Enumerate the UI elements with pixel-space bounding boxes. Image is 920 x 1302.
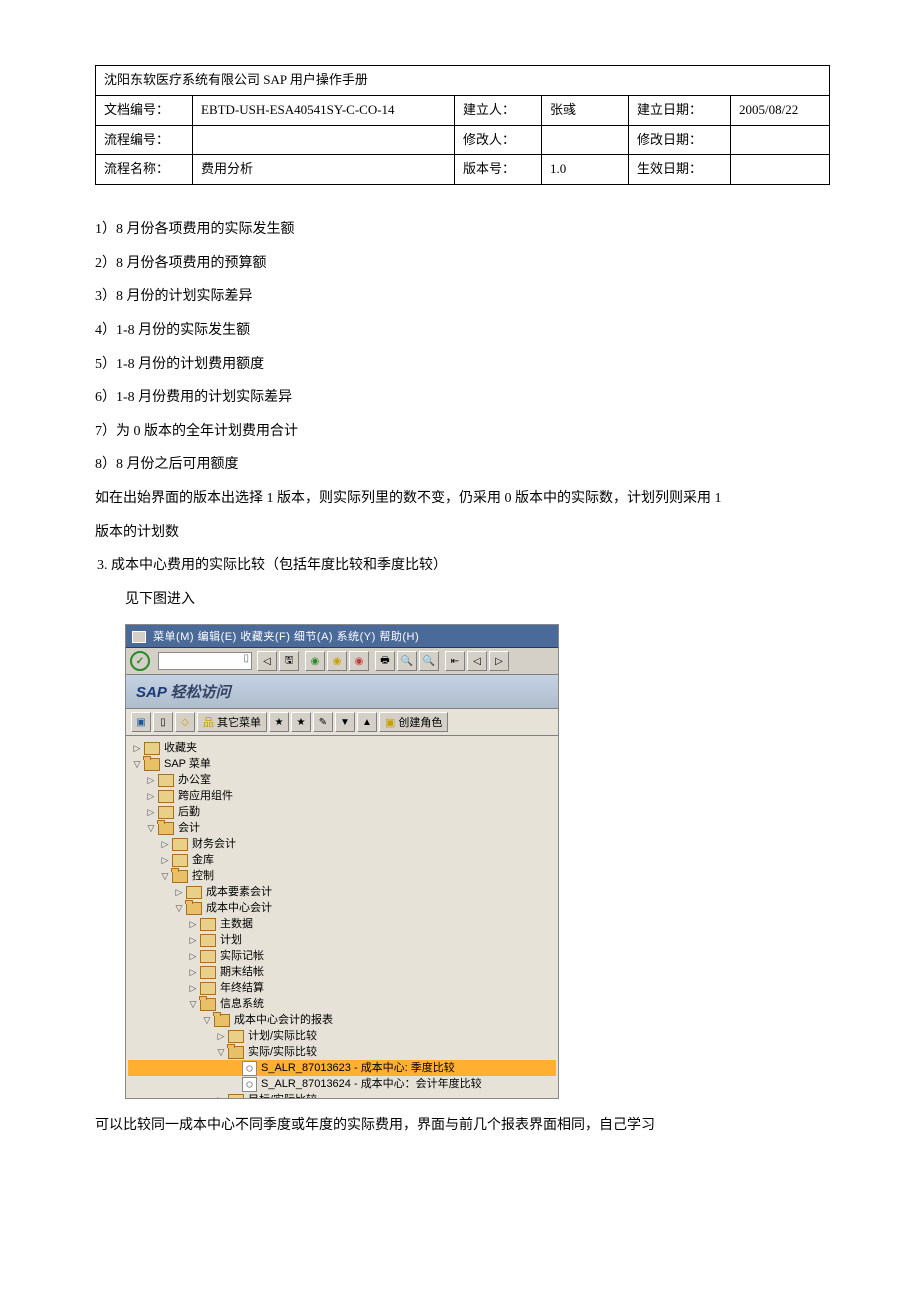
list-item-1: 1）8 月份各项费用的实际发生额 [95, 213, 830, 247]
folder-icon [200, 982, 216, 995]
tree-fi[interactable]: ▷财务会计 [128, 836, 556, 852]
tree-cost-element[interactable]: ▷成本要素会计 [128, 884, 556, 900]
doc-title: 沈阳东软医疗系统有限公司 SAP 用户操作手册 [96, 66, 830, 96]
tree-actual-posting[interactable]: ▷实际记帐 [128, 948, 556, 964]
folder-icon [228, 1094, 244, 1099]
window-icon [132, 631, 146, 643]
folder-icon [158, 806, 174, 819]
tree-sap-menu[interactable]: ▽SAP 菜单 [128, 756, 556, 772]
sap-menubar[interactable]: 菜单(M) 编辑(E) 收藏夹(F) 细节(A) 系统(Y) 帮助(H) [126, 625, 558, 648]
body-text: 1）8 月份各项费用的实际发生额 2）8 月份各项费用的预算额 3）8 月份的计… [95, 213, 830, 616]
note-line-2: 版本的计划数 [95, 516, 830, 550]
tree-treasury[interactable]: ▷金库 [128, 852, 556, 868]
tree-master-data[interactable]: ▷主数据 [128, 916, 556, 932]
other-menu-button[interactable]: 品 其它菜单 [197, 712, 267, 732]
down-icon[interactable]: ▼ [335, 712, 355, 732]
folder-open-icon [158, 822, 174, 835]
see-figure-text: 见下图进入 [95, 583, 830, 617]
doc-icon[interactable]: ▯ [153, 712, 173, 732]
tree-period-end[interactable]: ▷期末结帐 [128, 964, 556, 980]
exit-icon[interactable]: ◉ [327, 651, 347, 671]
cancel-icon[interactable]: ◉ [349, 651, 369, 671]
save-icon[interactable]: ◁ [257, 651, 277, 671]
first-page-icon[interactable]: ⇤ [445, 651, 465, 671]
tree-tx-87013623[interactable]: S_ALR_87013623 - 成本中心: 季度比较 [128, 1060, 556, 1076]
folder-icon [200, 934, 216, 947]
create-role-button[interactable]: ▣ 创建角色 [379, 712, 448, 732]
sap-menu-tree[interactable]: ▷收藏夹 ▽SAP 菜单 ▷办公室 ▷跨应用组件 ▷后勤 ▽会计 ▷财务会计 ▷… [126, 736, 558, 1098]
tree-actual-actual[interactable]: ▽实际/实际比较 [128, 1044, 556, 1060]
find-next-icon[interactable]: 🔍 [419, 651, 439, 671]
section-3-title: 3. 成本中心费用的实际比较（包括年度比较和季度比较） [95, 549, 830, 583]
tree-controlling[interactable]: ▽控制 [128, 868, 556, 884]
find-icon[interactable]: 🔍 [397, 651, 417, 671]
up-icon[interactable]: ▲ [357, 712, 377, 732]
folder-icon [172, 854, 188, 867]
tree-icon: 品 [203, 714, 214, 730]
folder-open-icon [200, 998, 216, 1011]
folder-icon [200, 966, 216, 979]
tree-year-end[interactable]: ▷年终结算 [128, 980, 556, 996]
folder-open-icon [228, 1046, 244, 1059]
save-icon[interactable]: 🖫 [279, 651, 299, 671]
closing-text: 可以比较同一成本中心不同季度或年度的实际费用，界面与前几个报表界面相同，自己学习 [95, 1109, 830, 1143]
star2-icon[interactable]: ★ [291, 712, 311, 732]
favorites-move-icon[interactable]: ◇ [175, 712, 195, 732]
list-item-5: 5）1-8 月份的计划费用额度 [95, 348, 830, 382]
tree-plan[interactable]: ▷计划 [128, 932, 556, 948]
document-info-table: 沈阳东软医疗系统有限公司 SAP 用户操作手册 文档编号： EBTD-USH-E… [95, 65, 830, 185]
sap-window-title: SAP 轻松访问 [126, 675, 558, 709]
tree-office[interactable]: ▷办公室 [128, 772, 556, 788]
enter-icon[interactable]: ✓ [130, 651, 150, 671]
sap-app-toolbar: ▣ ▯ ◇ 品 其它菜单 ★ ★ ✎ ▼ ▲ ▣ 创建角色 [126, 709, 558, 736]
folder-open-icon [144, 758, 160, 771]
back-icon[interactable]: ◉ [305, 651, 325, 671]
tree-tx-87013624[interactable]: S_ALR_87013624 - 成本中心：会计年度比较 [128, 1076, 556, 1092]
next-page-icon[interactable]: ▷ [489, 651, 509, 671]
folder-icon [186, 886, 202, 899]
list-item-2: 2）8 月份各项费用的预算额 [95, 247, 830, 281]
sap-easy-access-window: 菜单(M) 编辑(E) 收藏夹(F) 细节(A) 系统(Y) 帮助(H) ✓ ◁… [125, 624, 559, 1099]
command-field[interactable] [158, 652, 252, 670]
folder-open-icon [214, 1014, 230, 1027]
role-icon: ▣ [385, 716, 395, 729]
tree-cc-reports[interactable]: ▽成本中心会计的报表 [128, 1012, 556, 1028]
prev-page-icon[interactable]: ◁ [467, 651, 487, 671]
menubar-text[interactable]: 菜单(M) 编辑(E) 收藏夹(F) 细节(A) 系统(Y) 帮助(H) [153, 628, 419, 644]
folder-icon [200, 950, 216, 963]
transaction-icon [242, 1077, 257, 1092]
folder-icon [228, 1030, 244, 1043]
folder-icon [200, 918, 216, 931]
list-item-3: 3）8 月份的计划实际差异 [95, 280, 830, 314]
folder-open-icon [186, 902, 202, 915]
edit-icon[interactable]: ✎ [313, 712, 333, 732]
star-icon[interactable]: ★ [269, 712, 289, 732]
list-item-7: 7）为 0 版本的全年计划费用合计 [95, 415, 830, 449]
note-line-1: 如在出始界面的版本出选择 1 版本，则实际列里的数不变，仍采用 0 版本中的实际… [95, 482, 830, 516]
folder-icon [172, 838, 188, 851]
tree-logistics[interactable]: ▷后勤 [128, 804, 556, 820]
tree-cost-center[interactable]: ▽成本中心会计 [128, 900, 556, 916]
folder-icon [158, 790, 174, 803]
folder-open-icon [172, 870, 188, 883]
list-item-6: 6）1-8 月份费用的计划实际差异 [95, 381, 830, 415]
tree-plan-actual[interactable]: ▷计划/实际比较 [128, 1028, 556, 1044]
list-item-4: 4）1-8 月份的实际发生额 [95, 314, 830, 348]
tree-favorites[interactable]: ▷收藏夹 [128, 740, 556, 756]
sap-standard-toolbar: ✓ ◁ 🖫 ◉ ◉ ◉ 🖶 🔍 🔍 ⇤ ◁ ▷ [126, 648, 558, 675]
tree-target-actual[interactable]: ▷目标/实际比较 [128, 1092, 556, 1098]
tree-info-system[interactable]: ▽信息系统 [128, 996, 556, 1012]
transaction-icon [242, 1061, 257, 1076]
list-item-8: 8）8 月份之后可用额度 [95, 448, 830, 482]
favorites-add-icon[interactable]: ▣ [131, 712, 151, 732]
tree-accounting[interactable]: ▽会计 [128, 820, 556, 836]
print-icon[interactable]: 🖶 [375, 651, 395, 671]
folder-icon [158, 774, 174, 787]
tree-cross-app[interactable]: ▷跨应用组件 [128, 788, 556, 804]
folder-icon [144, 742, 160, 755]
